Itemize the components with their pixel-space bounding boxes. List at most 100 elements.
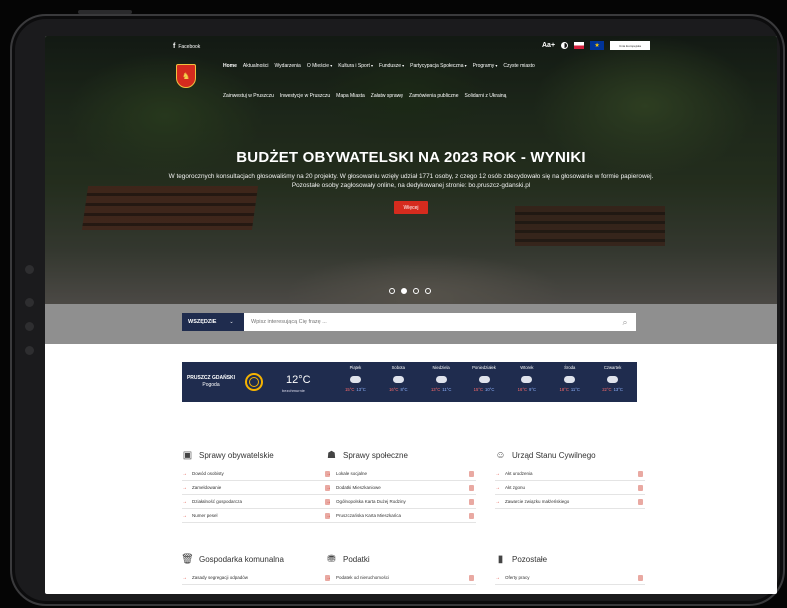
forecast-day: Sobota 16°C 8°C: [377, 362, 420, 402]
category-link[interactable]: → Działalność gospodarcza: [182, 495, 332, 509]
arrow-right-icon: →: [326, 512, 331, 519]
category-link-label: Lokale socjalne: [336, 471, 368, 476]
nav-item[interactable]: Kultura i Sport: [338, 63, 373, 69]
service-category: ▮ Pozostałe → Oferty pracy: [495, 554, 645, 585]
category-link[interactable]: → Lokale socjalne: [326, 467, 476, 481]
city-logo[interactable]: ♞: [176, 64, 196, 88]
category-link[interactable]: → Akt urodzenia: [495, 467, 645, 481]
forecast-high: 15°C: [345, 387, 355, 392]
nav-item[interactable]: Zamówienia publiczne: [409, 93, 458, 99]
forecast-day-name: Czwartek: [603, 365, 622, 370]
category-title[interactable]: Sprawy obywatelskie: [199, 451, 274, 460]
category-title[interactable]: Urząd Stanu Cywilnego: [512, 451, 596, 460]
forecast-low: 10°C: [485, 387, 495, 392]
arrow-right-icon: →: [182, 484, 187, 491]
category-link-label: Ogólnopolska Karta Dużej Rodziny: [336, 499, 406, 504]
forecast-day-name: Poniedziałek: [472, 365, 496, 370]
arrow-right-icon: →: [182, 498, 187, 505]
forecast-day: Środa 18°C 11°C: [548, 362, 591, 402]
arrow-right-icon: →: [182, 512, 187, 519]
coat-of-arms-icon: ♞: [181, 70, 191, 81]
category-title[interactable]: Sprawy społeczne: [343, 451, 408, 460]
slider-dot[interactable]: [401, 288, 407, 294]
forecast-low: 13°C: [356, 387, 366, 392]
nav-item[interactable]: Solidarni z Ukrainą: [465, 93, 507, 99]
document-icon: [638, 485, 643, 491]
slider-dot[interactable]: [389, 288, 395, 294]
nav-item[interactable]: Fundusze: [379, 63, 404, 69]
forecast-temps: 15°C 10°C: [463, 387, 506, 392]
nav-item[interactable]: Mapa Miasta: [336, 93, 365, 99]
service-category: ☺ Urząd Stanu Cywilnego → Akt urodzenia → Akt…: [495, 450, 645, 509]
category-link[interactable]: → Oferty pracy: [495, 571, 645, 585]
document-icon: ▮: [497, 554, 504, 565]
category-link-label: Akt zgonu: [505, 485, 526, 490]
search-input[interactable]: [244, 313, 636, 331]
category-link[interactable]: → Zawarcie związku małżeńskiego: [495, 495, 645, 509]
nav-item[interactable]: Wydarzenia: [274, 63, 300, 69]
category-link[interactable]: → Dowód osobisty: [182, 467, 332, 481]
category-title[interactable]: Pozostałe: [512, 555, 547, 564]
nav-item[interactable]: Aktualności: [243, 63, 269, 69]
nav-item[interactable]: Partycypacja Społeczna: [410, 63, 467, 69]
arrow-right-icon: →: [326, 470, 331, 477]
document-icon: [469, 485, 474, 491]
slider-dots: [389, 288, 431, 294]
id-card-icon: ▣: [182, 450, 193, 461]
nav-item[interactable]: Czyste miasto: [503, 63, 534, 69]
category-link[interactable]: → Pruszczańska Karta Mieszkańca: [326, 509, 476, 523]
category-link[interactable]: → Dodatki Mieszkaniowe: [326, 481, 476, 495]
nav-item[interactable]: Zainwestuj w Pruszczu: [223, 93, 274, 99]
weather-temperature: 12°C: [286, 374, 311, 386]
contrast-icon[interactable]: [561, 42, 569, 49]
main-menu: Home Aktualności Wydarzenia O Mieście Kultur…: [223, 63, 663, 99]
arrow-right-icon: →: [326, 484, 331, 491]
category-link[interactable]: → Numer pesel: [182, 509, 332, 523]
search-scope-select[interactable]: WSZĘDZIE ⌄: [182, 313, 244, 331]
facebook-label: Facebook: [178, 43, 201, 50]
sun-icon: [245, 373, 263, 391]
forecast-temps: 15°C 13°C: [334, 387, 377, 392]
polish-flag-icon[interactable]: [574, 42, 585, 49]
category-title[interactable]: Podatki: [343, 555, 370, 564]
eu-label: Unia Europejska: [610, 41, 651, 50]
category-link[interactable]: → Podatek od nieruchomości: [326, 571, 476, 585]
more-button[interactable]: Więcej: [394, 201, 428, 214]
nav-item[interactable]: Programy: [473, 63, 498, 69]
category-link[interactable]: → Ogólnopolska Karta Dużej Rodziny: [326, 495, 476, 509]
category-link-label: Numer pesel: [192, 513, 218, 518]
forecast-day-name: Niedziela: [432, 365, 450, 370]
category-link-label: Podatek od nieruchomości: [336, 575, 390, 580]
arrow-right-icon: →: [182, 574, 187, 581]
document-icon: [469, 575, 474, 581]
service-category: ☗ Sprawy społeczne → Lokale socjalne → Dodatk…: [326, 450, 476, 523]
facebook-link[interactable]: f Facebook: [173, 43, 200, 50]
category-title[interactable]: Gospodarka komunalna: [199, 555, 284, 564]
search-icon[interactable]: ⌕: [619, 316, 631, 328]
tablet-side-button: [25, 322, 34, 331]
arrow-right-icon: →: [326, 574, 331, 581]
category-header: ☗ Sprawy społeczne: [326, 450, 476, 461]
forecast-day: Niedziela 13°C 11°C: [420, 362, 463, 402]
category-link[interactable]: → Akt zgonu: [495, 481, 645, 495]
people-icon: ☗: [327, 450, 336, 461]
nav-item[interactable]: O Mieście: [307, 63, 332, 69]
font-size-button[interactable]: Aa+: [542, 42, 555, 49]
nav-item[interactable]: Załatw sprawę: [371, 93, 403, 99]
forecast-temps: 13°C 11°C: [420, 387, 463, 392]
nav-item[interactable]: Inwestycje w Pruszczu: [280, 93, 330, 99]
category-link[interactable]: → Zasady segregacji odpadów: [182, 571, 332, 585]
forecast-day-name: Sobota: [391, 365, 405, 370]
weather-forecast: Piątek 15°C 13°C Sobota 16°C 8°C Niedziela 13°C…: [334, 362, 634, 402]
nav-item[interactable]: Home: [223, 63, 237, 69]
forecast-temps: 22°C 13°C: [591, 387, 634, 392]
document-icon: [469, 513, 474, 519]
slider-dot[interactable]: [425, 288, 431, 294]
weather-condition: bezchmurnie: [282, 388, 305, 393]
slider-dot[interactable]: [413, 288, 419, 294]
category-link[interactable]: → Zameldowanie: [182, 481, 332, 495]
forecast-high: 15°C: [473, 387, 483, 392]
tablet-side-button: [25, 265, 34, 274]
accessibility-tools: Aa+ ★ Unia Europejska: [542, 41, 651, 50]
weather-city: PRUSZCZ GDAŃSKI: [186, 375, 236, 381]
